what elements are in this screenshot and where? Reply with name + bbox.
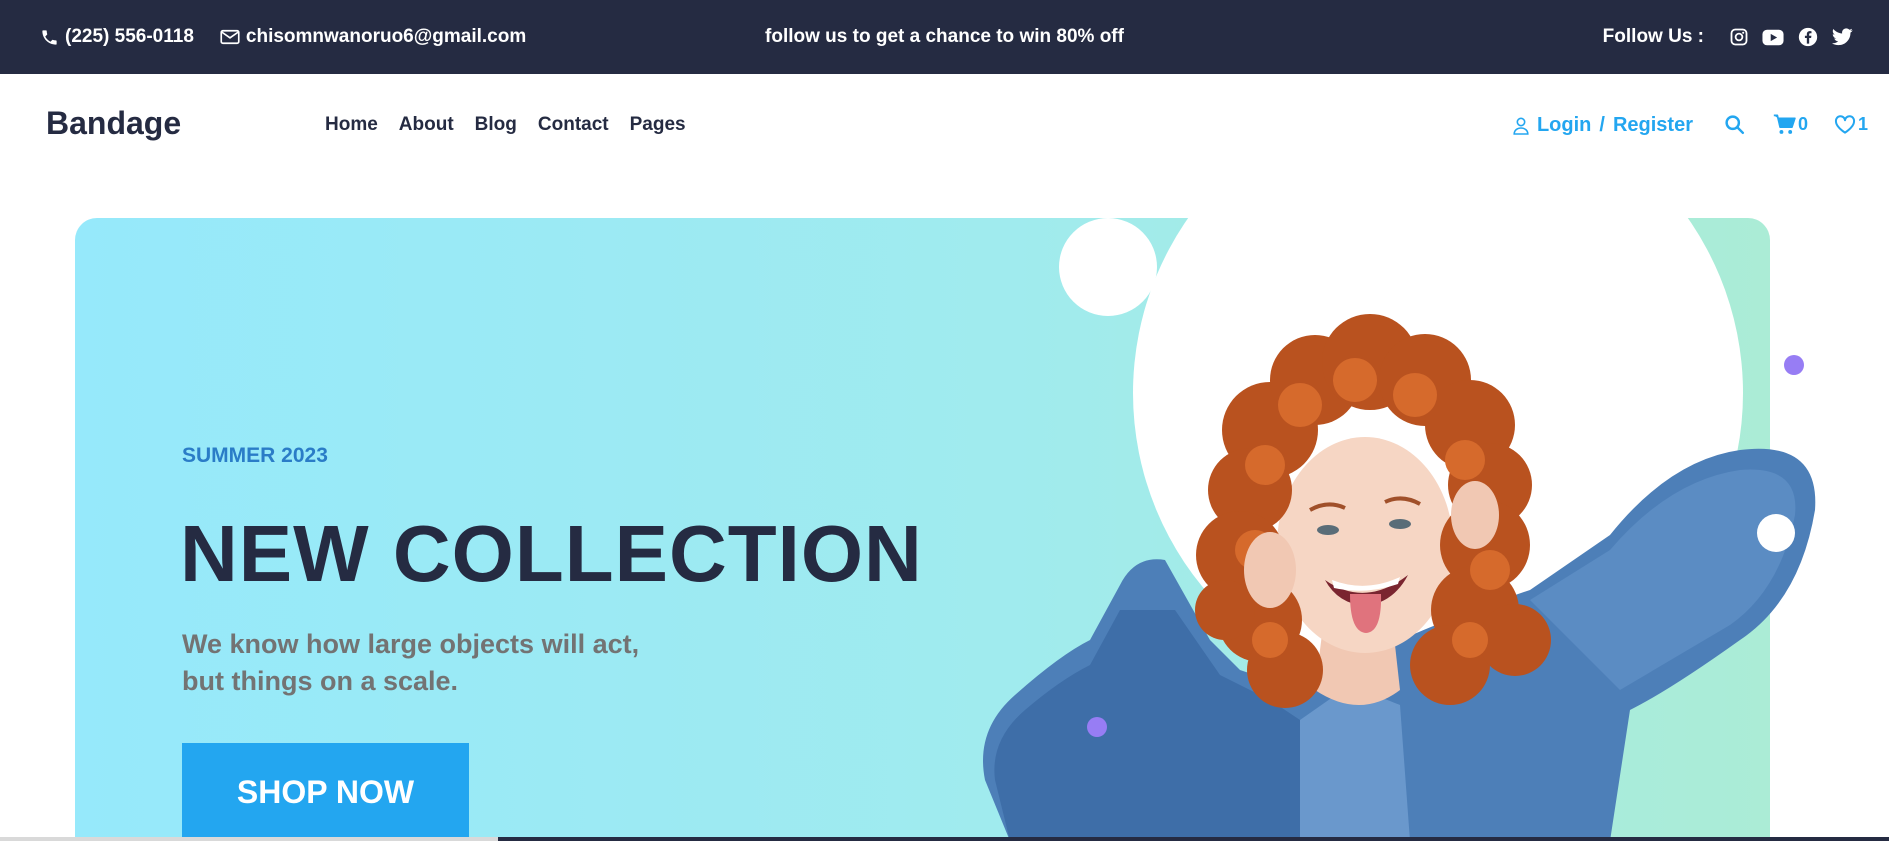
menu-item-about[interactable]: About [399, 114, 454, 136]
contact-info: (225) 556-0118 chisomnwanoruo6@gmail.com [40, 0, 552, 74]
wishlist-button[interactable]: 1 [1834, 114, 1868, 135]
mail-icon [220, 29, 240, 45]
register-link[interactable]: Register [1613, 114, 1693, 137]
header-tools: 0 1 [1698, 114, 1868, 135]
brand-logo[interactable]: Bandage [46, 105, 181, 142]
search-icon [1725, 115, 1745, 135]
menu-item-contact[interactable]: Contact [538, 114, 609, 136]
user-icon [1513, 117, 1529, 135]
account-links: Login / Register [1513, 114, 1693, 137]
cart-icon [1773, 114, 1796, 134]
menu-item-pages[interactable]: Pages [630, 114, 686, 136]
hero-model-image [983, 314, 1816, 841]
decor-dot-white [1757, 514, 1795, 552]
social-links: Follow Us : [1603, 0, 1853, 74]
cart-button[interactable]: 0 [1773, 114, 1808, 135]
cart-count: 0 [1797, 114, 1808, 134]
search-button[interactable] [1724, 114, 1747, 135]
login-link[interactable]: Login [1537, 114, 1591, 137]
phone-number: (225) 556-0118 [65, 26, 194, 47]
promo-text: follow us to get a chance to win 80% off [765, 26, 1124, 47]
decor-dot-purple-left [1087, 717, 1107, 737]
instagram-icon[interactable] [1730, 28, 1748, 46]
decor-dot-purple-right [1784, 355, 1804, 375]
email-link[interactable]: chisomnwanoruo6@gmail.com [220, 26, 526, 48]
separator: / [1599, 114, 1605, 136]
follow-label: Follow Us : [1602, 26, 1704, 47]
hero-description: We know how large objects will act, but … [182, 629, 640, 696]
phone-link[interactable]: (225) 556-0118 [40, 26, 194, 48]
main-menu: Home About Blog Contact Pages [325, 114, 707, 136]
email-address: chisomnwanoruo6@gmail.com [245, 26, 527, 47]
twitter-icon[interactable] [1832, 28, 1853, 46]
menu-item-home[interactable]: Home [325, 114, 378, 136]
scrollbar-track [0, 837, 1889, 841]
top-bar: (225) 556-0118 chisomnwanoruo6@gmail.com… [0, 0, 1889, 74]
season-label: SUMMER 2023 [182, 444, 328, 467]
decor-circle-small [1059, 218, 1157, 316]
youtube-icon[interactable] [1762, 29, 1784, 46]
wishlist-count: 1 [1857, 114, 1868, 134]
heart-icon [1834, 115, 1856, 134]
facebook-icon[interactable] [1798, 27, 1818, 47]
phone-icon [42, 29, 57, 45]
menu-item-blog[interactable]: Blog [475, 114, 517, 136]
shop-now-button[interactable]: SHOP NOW [182, 743, 469, 841]
hero-headline: NEW COLLECTION [180, 509, 923, 598]
scrollbar-thumb[interactable] [0, 837, 498, 841]
